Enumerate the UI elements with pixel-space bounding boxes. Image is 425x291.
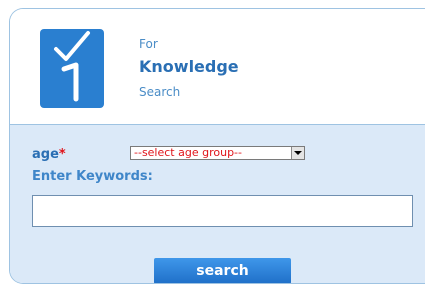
search-button[interactable]: search bbox=[154, 258, 291, 283]
tagline-search: Search bbox=[139, 85, 181, 99]
tagline-for: For bbox=[139, 37, 158, 51]
panel-header: For Knowledge Search bbox=[10, 9, 425, 125]
required-mark: * bbox=[58, 147, 66, 162]
search-form: age* --select age group-- Enter Keywords… bbox=[10, 125, 425, 283]
age-label-text: age bbox=[32, 147, 59, 162]
keywords-input[interactable] bbox=[32, 195, 413, 227]
age-label: age* bbox=[32, 147, 66, 162]
check-one-icon bbox=[40, 29, 104, 108]
search-panel: For Knowledge Search age* --select age g… bbox=[9, 8, 425, 284]
tagline-knowledge: Knowledge bbox=[139, 57, 239, 76]
keywords-label: Enter Keywords: bbox=[32, 169, 153, 184]
age-group-select-value: --select age group-- bbox=[134, 146, 242, 159]
age-group-select[interactable]: --select age group-- bbox=[130, 146, 305, 160]
chevron-down-icon[interactable] bbox=[291, 147, 304, 159]
